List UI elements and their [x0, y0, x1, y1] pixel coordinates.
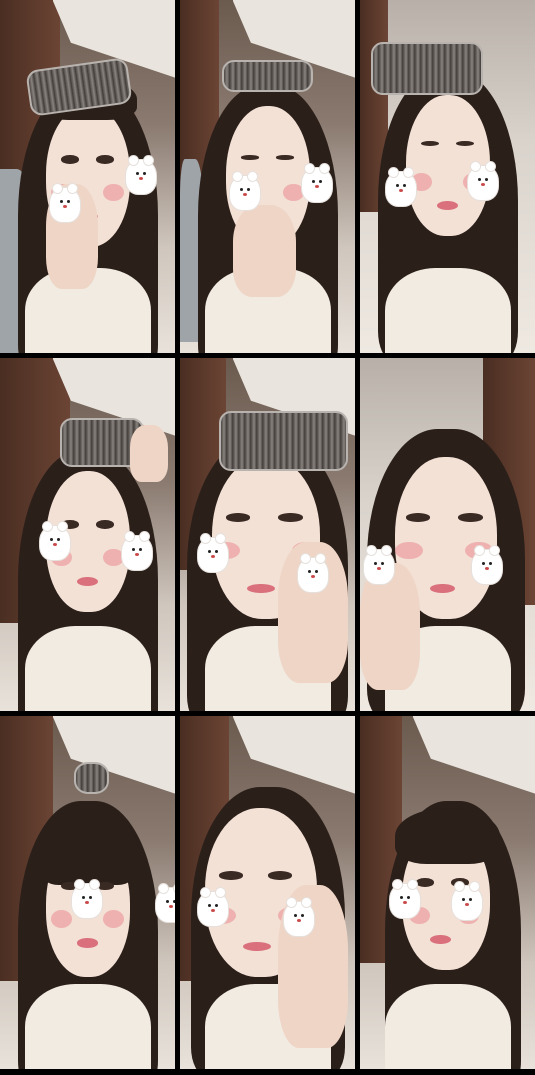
bear-sticker-icon	[40, 522, 70, 560]
photo-panel-5	[180, 358, 355, 711]
lips	[246, 583, 275, 594]
bear-sticker-icon	[230, 172, 260, 210]
bear-sticker-icon	[298, 554, 328, 592]
left-blush	[395, 541, 423, 560]
bear-sticker-icon	[198, 888, 228, 926]
right-eye	[276, 155, 294, 160]
photo-collage	[0, 0, 535, 1075]
lips	[430, 583, 455, 594]
right-eye	[96, 520, 114, 529]
hair-roller	[370, 42, 483, 96]
hair-roller	[218, 410, 348, 471]
lips	[430, 934, 451, 945]
right-eye	[278, 513, 303, 522]
hand	[232, 204, 296, 297]
left-blush	[50, 910, 72, 928]
left-eye	[416, 878, 434, 887]
bear-sticker-icon	[50, 184, 80, 222]
right-blush	[103, 910, 125, 928]
hair-roller	[222, 60, 313, 92]
ceiling	[232, 716, 355, 794]
bear-sticker-icon	[452, 882, 482, 920]
shirt	[384, 984, 511, 1069]
hand	[129, 425, 168, 482]
photo-panel-4	[0, 358, 175, 711]
right-eye	[458, 513, 483, 522]
ceiling	[52, 716, 175, 794]
bear-sticker-icon	[122, 532, 152, 570]
bear-sticker-icon	[390, 880, 420, 918]
bangs	[38, 807, 137, 886]
shirt	[384, 268, 511, 353]
lips	[77, 576, 98, 587]
ceiling	[412, 716, 535, 794]
bear-sticker-icon	[302, 164, 332, 202]
bear-sticker-icon	[156, 884, 175, 922]
shirt	[24, 626, 151, 711]
left-eye	[225, 513, 250, 522]
bear-sticker-icon	[284, 898, 314, 936]
bear-sticker-icon	[364, 546, 394, 584]
bear-sticker-icon	[386, 168, 416, 206]
bear-sticker-icon	[198, 534, 228, 572]
photo-panel-2	[180, 0, 355, 353]
photo-panel-8	[180, 716, 355, 1069]
bear-sticker-icon	[472, 546, 502, 584]
left-eye	[405, 513, 430, 522]
left-eye	[61, 155, 79, 164]
photo-panel-6	[360, 358, 535, 711]
hair-roller	[73, 761, 109, 794]
bangs	[395, 807, 500, 865]
bear-sticker-icon	[72, 880, 102, 918]
bear-sticker-icon	[126, 156, 156, 194]
bear-sticker-icon	[468, 162, 498, 200]
photo-panel-1	[0, 0, 175, 353]
left-eye	[218, 871, 243, 880]
lips	[77, 938, 98, 948]
photo-panel-9	[360, 716, 535, 1069]
lips	[243, 941, 271, 952]
right-eye	[267, 871, 292, 880]
right-eye	[96, 155, 114, 164]
photo-panel-7	[0, 716, 175, 1069]
photo-panel-3	[360, 0, 535, 353]
left-eye	[241, 155, 259, 160]
shirt	[24, 984, 151, 1069]
